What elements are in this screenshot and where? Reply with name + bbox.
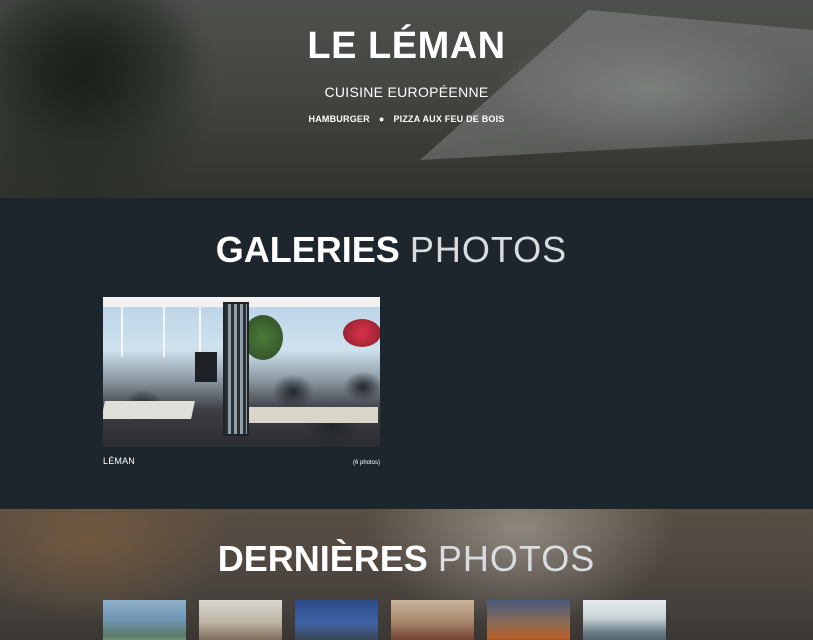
tag-hamburger: HAMBURGER	[308, 114, 370, 124]
album-meta: LÉMAN (6 photos)	[103, 456, 380, 466]
specialty-tags: HAMBURGER ● PIZZA AUX FEU DE BOIS	[0, 114, 813, 124]
album-photo-count: (6 photos)	[352, 460, 380, 466]
latest-photos-row	[103, 600, 666, 640]
latest-heading-bold: DERNIÈRES	[217, 538, 428, 579]
photo-thumbnail[interactable]	[583, 600, 666, 640]
photo-galleries-section: GALERIES PHOTOS LÉMAN (6 photos)	[0, 198, 813, 509]
galleries-heading-light: PHOTOS	[409, 229, 568, 270]
photo-detail	[195, 352, 217, 382]
photo-detail	[103, 401, 195, 419]
latest-heading-light: PHOTOS	[437, 538, 596, 579]
tag-pizza: PIZZA AUX FEU DE BOIS	[393, 114, 505, 124]
photo-detail	[248, 407, 378, 423]
photo-thumbnail[interactable]	[103, 600, 186, 640]
photo-detail	[343, 319, 380, 347]
hero-content: LE LÉMAN CUISINE EUROPÉENNE HAMBURGER ● …	[0, 24, 813, 124]
hero-banner: LE LÉMAN CUISINE EUROPÉENNE HAMBURGER ● …	[0, 0, 813, 198]
photo-thumbnail[interactable]	[391, 600, 474, 640]
photo-detail	[243, 315, 283, 360]
photo-thumbnail[interactable]	[295, 600, 378, 640]
photo-thumbnail[interactable]	[199, 600, 282, 640]
photo-thumbnail[interactable]	[487, 600, 570, 640]
latest-heading: DERNIÈRES PHOTOS	[0, 539, 813, 579]
galleries-heading: GALERIES PHOTOS	[0, 230, 813, 270]
cuisine-type: CUISINE EUROPÉENNE	[324, 84, 489, 100]
album-card[interactable]: LÉMAN (6 photos)	[103, 297, 380, 466]
photo-detail	[223, 302, 249, 436]
album-name[interactable]: LÉMAN	[103, 456, 135, 466]
restaurant-name: LE LÉMAN	[307, 25, 506, 67]
tag-separator: ●	[378, 114, 385, 124]
album-cover-photo[interactable]	[103, 297, 380, 447]
galleries-heading-bold: GALERIES	[215, 229, 400, 270]
latest-photos-section: DERNIÈRES PHOTOS	[0, 509, 813, 640]
